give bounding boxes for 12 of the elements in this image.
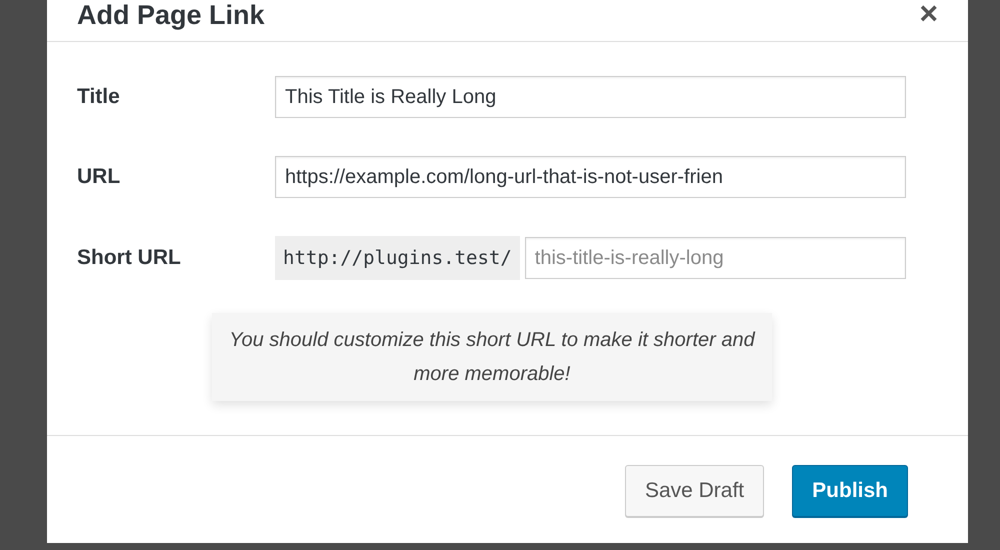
publish-button[interactable]: Publish: [792, 465, 908, 517]
field-label: Short URL: [77, 245, 182, 272]
input-field[interactable]: This Title is Really Long: [275, 76, 906, 118]
hint-message: You should customize this short URL to make it shorter and more memorable!: [212, 313, 772, 401]
input-field[interactable]: this-title-is-really-long: [524, 237, 906, 279]
field-label: URL: [77, 164, 122, 190]
url-prefix: http://plugins.test/: [275, 236, 520, 280]
field-label: Title: [77, 84, 121, 110]
input-field[interactable]: https://example.com/long-url-that-is-not-user-frien: [275, 156, 906, 198]
close-button[interactable]: ×: [919, 0, 938, 29]
save-draft-button[interactable]: Save Draft: [624, 465, 764, 517]
dialog-title: Add Page Link: [77, 2, 265, 29]
